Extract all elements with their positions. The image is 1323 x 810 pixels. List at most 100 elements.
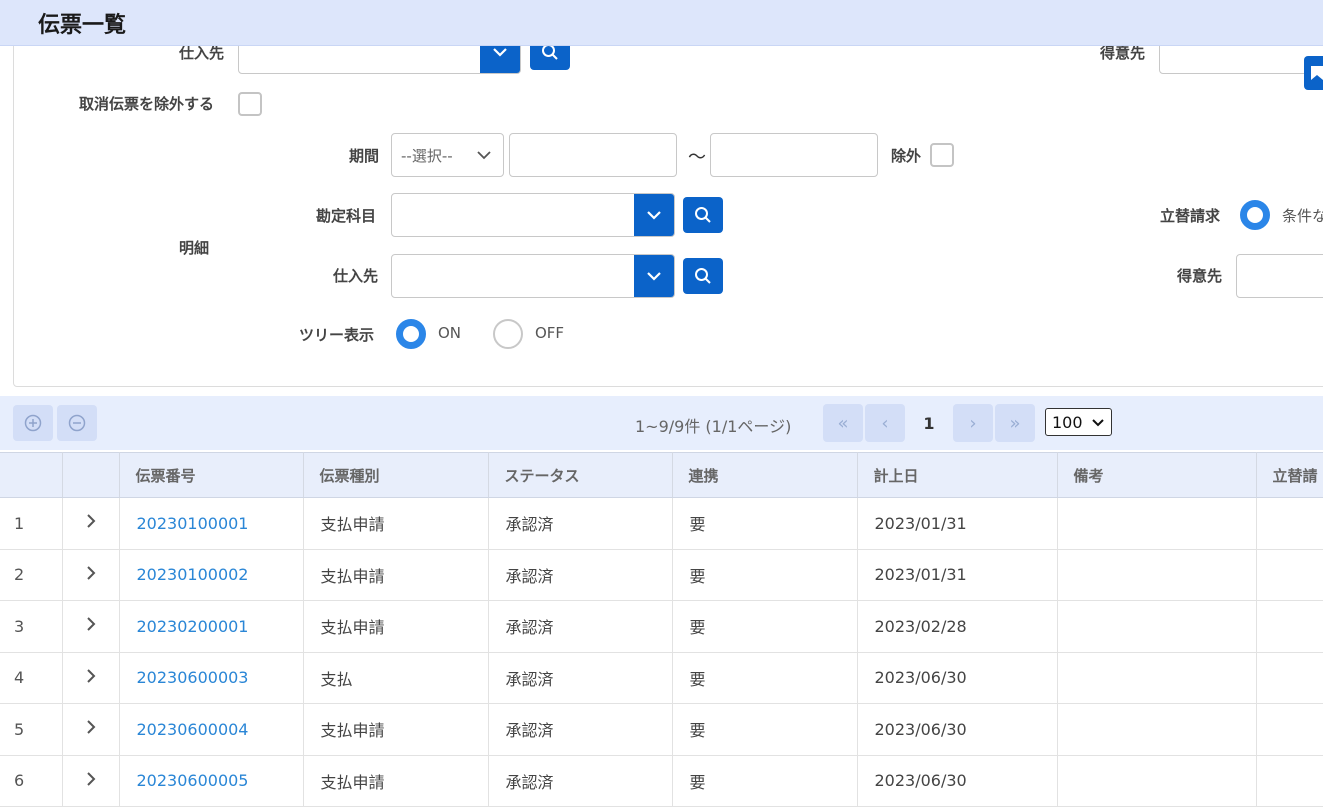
account-combo[interactable]	[391, 193, 675, 237]
link-cell: 要	[672, 497, 858, 550]
col-header-link[interactable]: 連携	[672, 452, 858, 498]
period-end-input[interactable]	[710, 133, 878, 177]
customer-field[interactable]	[1236, 254, 1323, 298]
exclude-cancelled-checkbox[interactable]	[238, 92, 262, 116]
slip-number-link[interactable]: 20230200001	[137, 617, 249, 636]
chevron-right-icon	[86, 720, 95, 734]
table-row[interactable]: 5 20230600004 支払申請 承認済 要 2023/06/30	[0, 703, 1323, 756]
slip-number-link[interactable]: 20230600005	[137, 771, 249, 790]
slip-type-cell: 支払申請	[303, 755, 489, 807]
row-expand-toggle[interactable]	[62, 549, 120, 601]
date-cell: 2023/06/30	[857, 755, 1058, 807]
slip-type-cell: 支払申請	[303, 703, 489, 756]
period-start-input[interactable]	[509, 133, 677, 177]
tree-view-label: ツリー表示	[299, 326, 375, 344]
slip-number-cell[interactable]: 20230100002	[119, 549, 304, 601]
chevron-down-icon	[1092, 419, 1104, 427]
first-page-button[interactable]: «	[823, 404, 863, 442]
col-header-expand	[62, 452, 120, 498]
slip-number-cell[interactable]: 20230200001	[119, 600, 304, 653]
search-icon	[695, 268, 711, 284]
status-cell: 承認済	[488, 652, 673, 704]
note-cell	[1057, 755, 1257, 807]
slip-number-cell[interactable]: 20230600005	[119, 755, 304, 807]
advance-cell	[1256, 652, 1323, 704]
double-chevron-left-icon: «	[837, 412, 849, 434]
chevron-right-icon: ›	[969, 412, 977, 434]
col-header-slip-type[interactable]: 伝票種別	[303, 452, 489, 498]
link-cell: 要	[672, 755, 858, 807]
col-header-advance[interactable]: 立替請	[1256, 452, 1323, 498]
tree-view-radio-off[interactable]	[493, 319, 523, 349]
slip-number-cell[interactable]: 20230100001	[119, 497, 304, 550]
date-cell: 2023/02/28	[857, 600, 1058, 653]
row-number: 6	[0, 755, 63, 807]
row-expand-toggle[interactable]	[62, 755, 120, 807]
table-row[interactable]: 6 20230600005 支払申請 承認済 要 2023/06/30	[0, 755, 1323, 807]
table-row[interactable]: 4 20230600003 支払 承認済 要 2023/06/30	[0, 652, 1323, 704]
advance-cell	[1256, 703, 1323, 756]
bookmark-button[interactable]	[1304, 56, 1323, 90]
plus-circle-icon	[24, 414, 42, 432]
period-tilde: ～	[688, 147, 706, 168]
chevron-down-icon[interactable]	[634, 194, 674, 236]
page-size-select[interactable]: 100	[1045, 408, 1112, 436]
link-cell: 要	[672, 703, 858, 756]
table-row[interactable]: 1 20230100001 支払申請 承認済 要 2023/01/31	[0, 497, 1323, 550]
slip-number-link[interactable]: 20230100002	[137, 565, 249, 584]
page-title: 伝票一覧	[38, 13, 127, 38]
table-row[interactable]: 2 20230100002 支払申請 承認済 要 2023/01/31	[0, 549, 1323, 601]
advance-claim-radio-any[interactable]	[1240, 200, 1270, 230]
col-header-note[interactable]: 備考	[1057, 452, 1257, 498]
advance-claim-label: 立替請求	[1160, 207, 1221, 225]
row-number: 4	[0, 652, 63, 704]
date-cell: 2023/06/30	[857, 703, 1058, 756]
period-label: 期間	[349, 147, 380, 165]
status-cell: 承認済	[488, 600, 673, 653]
page-size-value: 100	[1052, 412, 1083, 432]
chevron-right-icon	[86, 514, 95, 528]
advance-cell	[1256, 497, 1323, 550]
expand-all-button[interactable]	[13, 405, 53, 441]
supplier-combo[interactable]	[391, 254, 675, 298]
slip-number-cell[interactable]: 20230600003	[119, 652, 304, 704]
exclude-cancelled-label: 取消伝票を除外する	[79, 95, 215, 113]
minus-circle-icon	[68, 414, 86, 432]
period-select[interactable]: --選択--	[391, 133, 504, 177]
supplier-search-button[interactable]	[683, 258, 723, 294]
tree-view-radio-on[interactable]	[396, 319, 426, 349]
chevron-right-icon	[86, 617, 95, 631]
col-header-slip-number[interactable]: 伝票番号	[119, 452, 304, 498]
status-cell: 承認済	[488, 549, 673, 601]
row-expand-toggle[interactable]	[62, 703, 120, 756]
prev-page-button[interactable]: ‹	[865, 404, 905, 442]
bookmark-icon	[1311, 66, 1323, 80]
note-cell	[1057, 549, 1257, 601]
slip-number-link[interactable]: 20230100001	[137, 514, 249, 533]
chevron-left-icon: ‹	[881, 412, 889, 434]
chevron-right-icon	[86, 669, 95, 683]
row-expand-toggle[interactable]	[62, 652, 120, 704]
account-label: 勘定科目	[316, 207, 377, 225]
table-row[interactable]: 3 20230200001 支払申請 承認済 要 2023/02/28	[0, 600, 1323, 653]
row-expand-toggle[interactable]	[62, 497, 120, 550]
collapse-all-button[interactable]	[57, 405, 97, 441]
row-number: 2	[0, 549, 63, 601]
slip-number-cell[interactable]: 20230600004	[119, 703, 304, 756]
next-page-button[interactable]: ›	[953, 404, 993, 442]
date-cell: 2023/06/30	[857, 652, 1058, 704]
current-page[interactable]: 1	[909, 404, 949, 442]
last-page-button[interactable]: »	[995, 404, 1035, 442]
advance-cell	[1256, 549, 1323, 601]
chevron-down-icon[interactable]	[634, 255, 674, 297]
period-exclude-label: 除外	[891, 147, 922, 165]
period-exclude-checkbox[interactable]	[930, 143, 954, 167]
link-cell: 要	[672, 549, 858, 601]
slip-number-link[interactable]: 20230600004	[137, 720, 249, 739]
col-header-status[interactable]: ステータス	[488, 452, 673, 498]
col-header-date[interactable]: 計上日	[857, 452, 1058, 498]
account-search-button[interactable]	[683, 197, 723, 233]
row-expand-toggle[interactable]	[62, 600, 120, 653]
chevron-down-icon	[477, 151, 491, 160]
slip-number-link[interactable]: 20230600003	[137, 668, 249, 687]
